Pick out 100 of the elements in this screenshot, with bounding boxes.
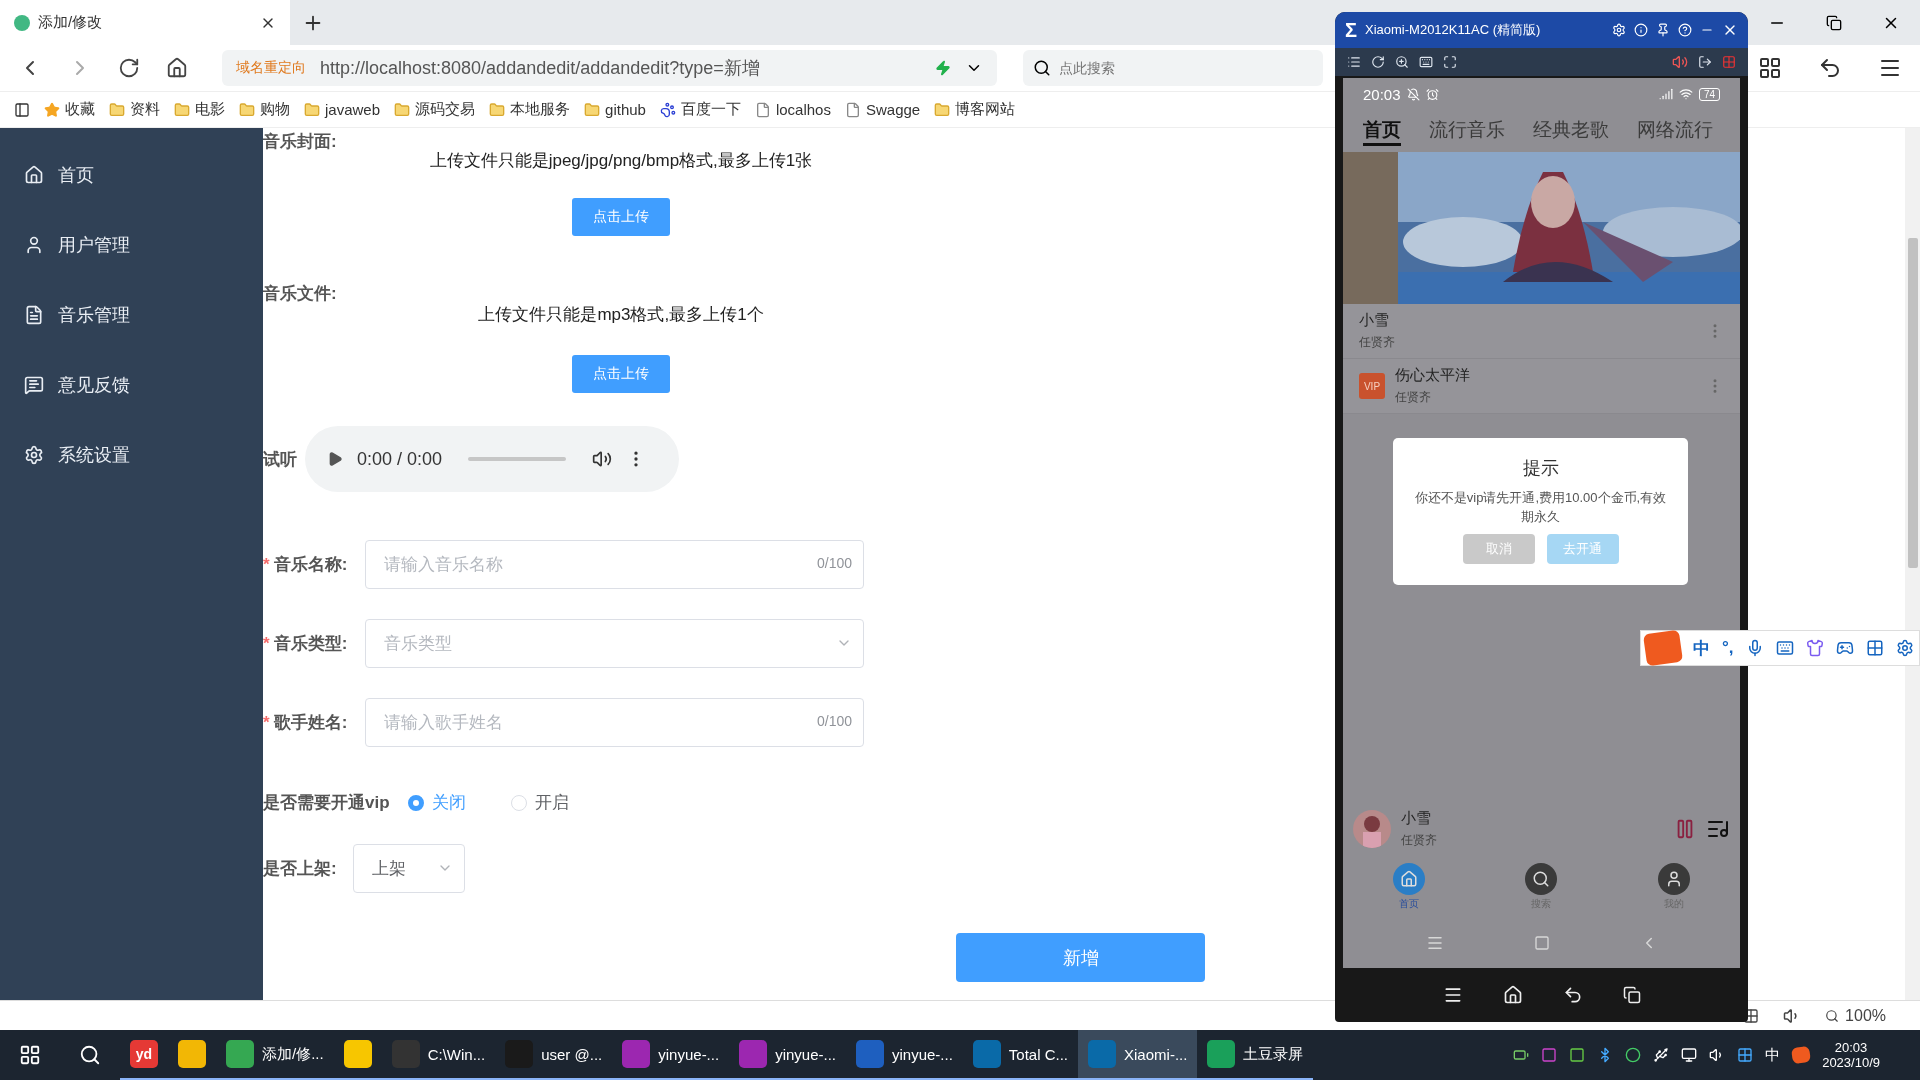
shirt-icon[interactable] <box>1805 639 1824 657</box>
bookmark[interactable]: Swagge <box>844 101 921 118</box>
char-counter: 0/100 <box>816 713 852 729</box>
bookmark[interactable]: 百度一下 <box>659 100 741 119</box>
taskbar-app[interactable]: yinyue-... <box>612 1030 730 1080</box>
sidebar-item[interactable]: 系统设置 <box>0 420 263 490</box>
start-icon[interactable] <box>19 1044 41 1066</box>
restore-icon[interactable] <box>1826 14 1842 31</box>
gamepad-icon[interactable] <box>1835 639 1854 657</box>
back-icon[interactable] <box>1562 985 1583 1005</box>
folder-icon <box>584 101 601 118</box>
bookmark[interactable]: 博客网站 <box>934 100 1016 119</box>
bookmark[interactable]: 购物 <box>239 100 290 119</box>
ime-indicator[interactable]: 中 <box>1765 1045 1781 1065</box>
settings-icon[interactable] <box>1612 23 1626 37</box>
info-icon[interactable] <box>1634 23 1648 37</box>
grid-icon[interactable] <box>1758 56 1782 80</box>
play-icon[interactable] <box>327 451 343 467</box>
bookmark[interactable]: 资料 <box>109 100 160 119</box>
exit-icon[interactable] <box>1698 55 1712 69</box>
taskbar-app[interactable]: 土豆录屏 <box>1197 1030 1314 1080</box>
undo-icon[interactable] <box>1818 56 1842 80</box>
bookmark[interactable]: 收藏 <box>44 100 95 119</box>
keyboard-icon[interactable] <box>1419 55 1433 69</box>
bookmark[interactable]: localhos <box>754 101 831 118</box>
music-icon <box>24 305 44 325</box>
select-field[interactable]: 音乐类型 <box>365 619 864 668</box>
audio-player[interactable]: 0:00 / 0:00 <box>305 426 679 492</box>
usb-icon[interactable] <box>1653 1047 1670 1063</box>
taskbar-app[interactable]: yinyue-... <box>729 1030 846 1080</box>
zoom-level[interactable]: 100% <box>1845 1006 1886 1025</box>
radio[interactable] <box>408 794 424 811</box>
mute-icon[interactable] <box>1672 54 1688 70</box>
time-text: 0:00 / 0:00 <box>357 448 443 470</box>
keyboard-icon[interactable] <box>1775 639 1794 657</box>
category-tab[interactable]: 网络流行 <box>1637 116 1713 146</box>
bookmark[interactable]: 本地服务 <box>489 100 571 119</box>
search-icon[interactable] <box>79 1044 101 1066</box>
bookmark[interactable]: github <box>584 101 646 118</box>
song-row[interactable]: VIP 伤心太平洋 任贤齐 <box>1343 359 1740 414</box>
app-icon <box>972 1040 1001 1068</box>
radio-label[interactable]: 开启 <box>535 791 569 814</box>
folder-icon <box>304 101 320 118</box>
category-tab[interactable]: 首页 <box>1363 116 1401 146</box>
bookmark[interactable]: 电影 <box>174 100 225 119</box>
ime-mode[interactable]: 中 <box>1693 636 1710 660</box>
app-icon <box>739 1040 768 1068</box>
category-tab[interactable]: 流行音乐 <box>1429 116 1505 146</box>
zoom-icon[interactable] <box>1395 55 1409 69</box>
taskbar-app[interactable]: yd <box>120 1030 168 1080</box>
grid-icon[interactable] <box>1865 639 1884 657</box>
user-icon <box>24 235 44 255</box>
required-mark: * <box>263 555 270 574</box>
sidebar-item[interactable]: 意见反馈 <box>0 350 263 420</box>
battery-icon <box>1513 1047 1530 1063</box>
lightning-icon[interactable] <box>935 60 951 76</box>
app-tray-icon[interactable] <box>1737 1047 1754 1063</box>
volume-icon[interactable] <box>592 449 613 469</box>
taskbar-app[interactable]: C:\Win... <box>381 1030 496 1080</box>
rotate-icon[interactable] <box>1371 55 1385 69</box>
bookmark[interactable]: 源码交易 <box>394 100 476 119</box>
taskbar-app[interactable]: Xiaomi-... <box>1078 1030 1198 1080</box>
app-tray-icon[interactable] <box>1625 1047 1642 1063</box>
network-icon[interactable] <box>1681 1047 1698 1063</box>
punctuation-mode[interactable]: °, <box>1722 638 1734 658</box>
dialog-message: 你还不是vip请先开通,费用10.00个金币,有效期永久 <box>1413 489 1668 526</box>
sidebar-item[interactable]: 首页 <box>0 140 263 210</box>
settings-icon[interactable] <box>1895 639 1914 657</box>
category-tab[interactable]: 经典老歌 <box>1533 116 1609 146</box>
progress-track[interactable] <box>468 457 567 461</box>
taskbar-app[interactable]: yinyue-... <box>846 1030 963 1080</box>
folder-icon <box>174 101 190 118</box>
reload-icon[interactable] <box>118 57 140 79</box>
app-tray-icon[interactable] <box>1569 1047 1586 1063</box>
taskbar-app[interactable]: Total C... <box>962 1030 1079 1080</box>
search-field[interactable]: 点此搜索 <box>1023 50 1323 86</box>
list-icon[interactable] <box>1347 55 1361 69</box>
address-bar[interactable]: 域名重定向 http://localhost:8080/addandedit/addandedit?type=新增 <box>222 50 997 86</box>
song-row[interactable]: 小雪 任贤齐 <box>1343 304 1740 359</box>
bookmark[interactable]: javaweb <box>304 101 381 118</box>
taskbar-app[interactable]: user @... <box>495 1030 613 1080</box>
clock[interactable]: 20:03 2023/10/9 <box>1822 1040 1880 1070</box>
scrollbar-thumb[interactable] <box>1907 238 1918 568</box>
browser-tab[interactable]: 添加/修改 <box>0 0 290 45</box>
fullscreen-icon[interactable] <box>1443 55 1457 69</box>
sidebar-toggle-icon[interactable] <box>14 101 30 118</box>
window-title: Xiaomi-M2012K11AC (精简版) <box>1365 21 1542 39</box>
select-field[interactable]: 上架 <box>353 844 465 893</box>
field-label: 音乐名称: <box>273 555 348 574</box>
song-artist: 任贤齐 <box>1395 389 1432 406</box>
taskbar-app[interactable]: 添加/修... <box>216 1030 334 1080</box>
recents-icon[interactable] <box>1622 986 1641 1004</box>
zoom-icon[interactable] <box>1825 1008 1840 1023</box>
sidebar-item[interactable]: 用户管理 <box>0 210 263 280</box>
sidebar-item[interactable]: 音乐管理 <box>0 280 263 350</box>
song-title: 小雪 <box>1401 808 1432 828</box>
pin-icon[interactable] <box>1656 23 1670 37</box>
app-icon <box>856 1040 884 1068</box>
help-icon[interactable] <box>1678 23 1692 37</box>
settings-icon <box>24 445 44 465</box>
